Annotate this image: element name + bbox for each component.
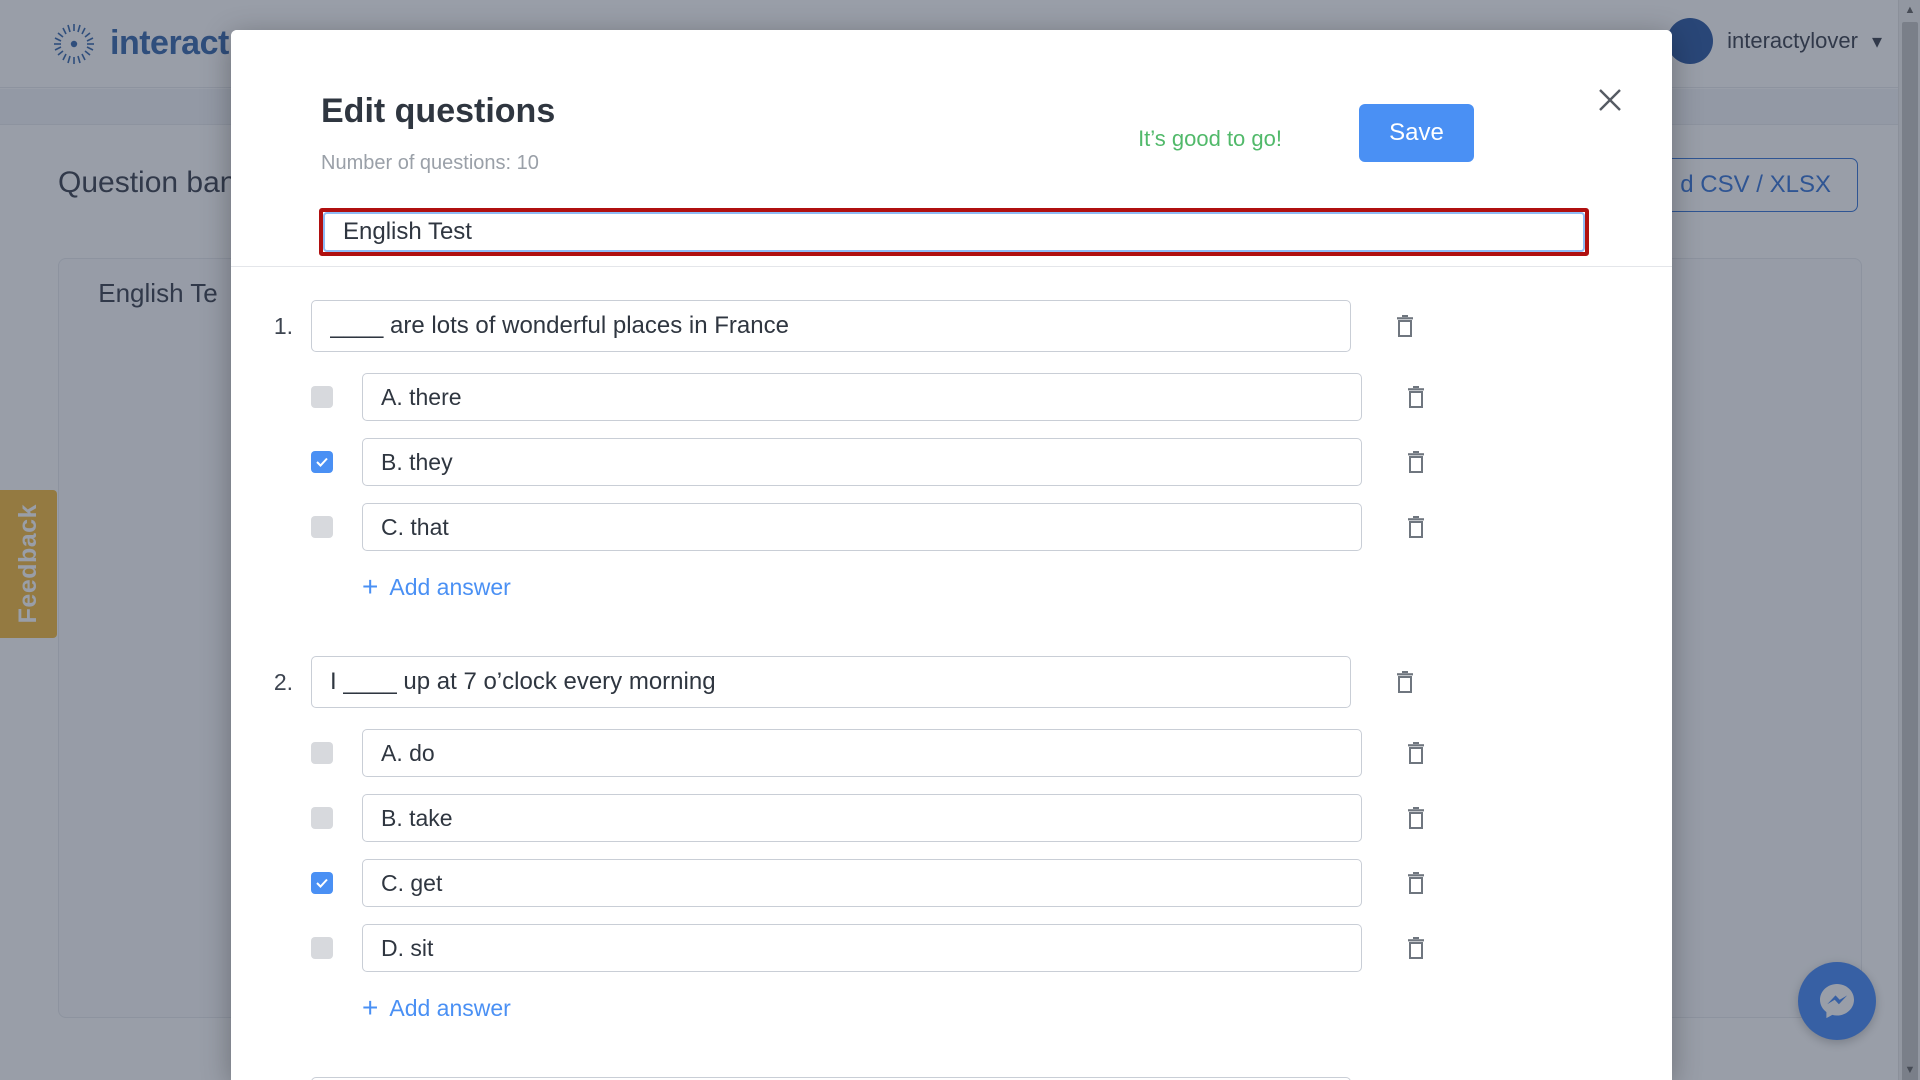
answer-row [231,922,1672,974]
trash-icon[interactable] [1383,304,1427,348]
add-answer-button[interactable]: + Add answer [362,994,511,1022]
answer-text-input[interactable] [362,729,1362,777]
trash-icon[interactable] [1394,375,1438,419]
answer-text-input[interactable] [362,859,1362,907]
trash-icon[interactable] [1394,861,1438,905]
plus-icon: + [362,992,379,1023]
close-icon[interactable] [1588,78,1632,122]
plus-icon: + [362,571,379,602]
question-spacer [231,601,1672,623]
question-block: 2. + Add answer [231,649,1672,1044]
answer-row [231,727,1672,779]
answer-text-input[interactable] [362,438,1362,486]
modal-title: Edit questions [321,92,556,130]
answer-checkbox-checked[interactable] [311,872,333,894]
add-answer-button[interactable]: + Add answer [362,573,511,601]
add-answer-label: Add answer [389,573,511,600]
question-count-label: Number of questions: 10 [321,152,539,174]
question-text-input[interactable] [311,655,1351,708]
trash-icon[interactable] [1394,796,1438,840]
question-row: 1. [231,293,1672,358]
trash-icon[interactable] [1394,926,1438,970]
answer-row [231,792,1672,844]
answer-checkbox-unchecked[interactable] [311,516,333,538]
question-row: 2. [231,649,1672,714]
trash-icon[interactable] [1394,731,1438,775]
trash-icon[interactable] [1383,660,1427,704]
modal-header: Edit questions Number of questions: 10 I… [231,30,1672,267]
answer-checkbox-checked[interactable] [311,451,333,473]
question-row: 3. [231,1070,1672,1080]
edit-questions-modal: Edit questions Number of questions: 10 I… [231,30,1672,1080]
quiz-title-annotation-highlight [319,208,1589,256]
answer-checkbox-unchecked[interactable] [311,807,333,829]
answer-text-input[interactable] [362,924,1362,972]
trash-icon[interactable] [1394,440,1438,484]
answer-text-input[interactable] [362,503,1362,551]
answer-row [231,501,1672,553]
question-block: 1. + Add answer [231,293,1672,623]
answer-checkbox-unchecked[interactable] [311,937,333,959]
question-number: 1. [273,313,293,339]
answer-row [231,857,1672,909]
question-spacer [231,1022,1672,1044]
answer-row [231,436,1672,488]
save-button[interactable]: Save [1359,104,1474,162]
trash-icon[interactable] [1394,505,1438,549]
question-block: 3. [231,1070,1672,1080]
answer-row [231,371,1672,423]
answer-text-input[interactable] [362,373,1362,421]
question-number: 2. [273,669,293,695]
question-text-input[interactable] [311,1076,1351,1080]
add-answer-label: Add answer [389,994,511,1021]
validation-status-text: It’s good to go! [1138,126,1282,151]
question-text-input[interactable] [311,299,1351,352]
quiz-title-input[interactable] [323,212,1585,252]
answer-text-input[interactable] [362,794,1362,842]
answer-checkbox-unchecked[interactable] [311,386,333,408]
questions-list: 1. + Add answer 2. + Add answer 3. [231,267,1672,1080]
answer-checkbox-unchecked[interactable] [311,742,333,764]
